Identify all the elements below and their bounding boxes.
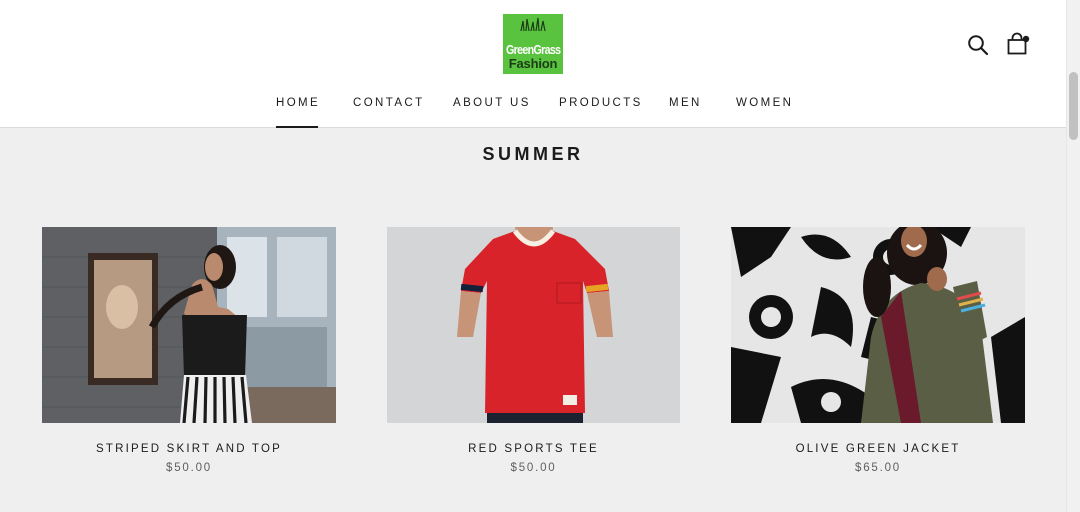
cart-button[interactable] xyxy=(1003,30,1031,58)
product-image-red-tee[interactable] xyxy=(387,227,680,423)
scrollbar-thumb[interactable] xyxy=(1069,72,1078,140)
product-image-olive-jacket[interactable] xyxy=(731,227,1025,423)
site-header: GreenGrass Fashion HOME CONTACT ABOUT US… xyxy=(0,0,1066,128)
product-card: OLIVE GREEN JACKET $65.00 xyxy=(731,227,1025,474)
nav-item-products[interactable]: PRODUCTS xyxy=(559,97,643,128)
nav-item-home[interactable]: HOME xyxy=(276,97,320,128)
product-image-striped-skirt[interactable] xyxy=(42,227,336,423)
product-name[interactable]: STRIPED SKIRT AND TOP xyxy=(42,443,336,455)
nav-item-men[interactable]: MEN xyxy=(669,97,702,128)
nav-item-contact[interactable]: CONTACT xyxy=(353,97,425,128)
product-name[interactable]: OLIVE GREEN JACKET xyxy=(731,443,1025,455)
main-nav: HOME CONTACT ABOUT US PRODUCTS MEN WOMEN xyxy=(0,93,1066,128)
product-name[interactable]: RED SPORTS TEE xyxy=(387,443,680,455)
product-card: STRIPED SKIRT AND TOP $50.00 xyxy=(42,227,336,474)
nav-item-women[interactable]: WOMEN xyxy=(736,97,793,128)
logo-text-line1: GreenGrass xyxy=(505,42,561,57)
brand-logo[interactable]: GreenGrass Fashion xyxy=(503,14,563,74)
search-button[interactable] xyxy=(964,31,992,59)
collection-title: SUMMER xyxy=(482,144,584,164)
nav-item-about-us[interactable]: ABOUT US xyxy=(453,97,531,128)
page-scrollbar[interactable] xyxy=(1066,0,1080,512)
shopping-bag-icon xyxy=(1007,32,1030,55)
product-card: RED SPORTS TEE $50.00 xyxy=(387,227,680,474)
product-price: $50.00 xyxy=(166,462,212,474)
search-icon xyxy=(968,35,989,56)
product-price: $50.00 xyxy=(510,462,557,474)
grass-icon xyxy=(520,17,546,31)
cart-indicator-dot xyxy=(1022,35,1030,43)
logo-text-line2: Fashion xyxy=(508,56,558,71)
product-price: $65.00 xyxy=(855,462,901,474)
